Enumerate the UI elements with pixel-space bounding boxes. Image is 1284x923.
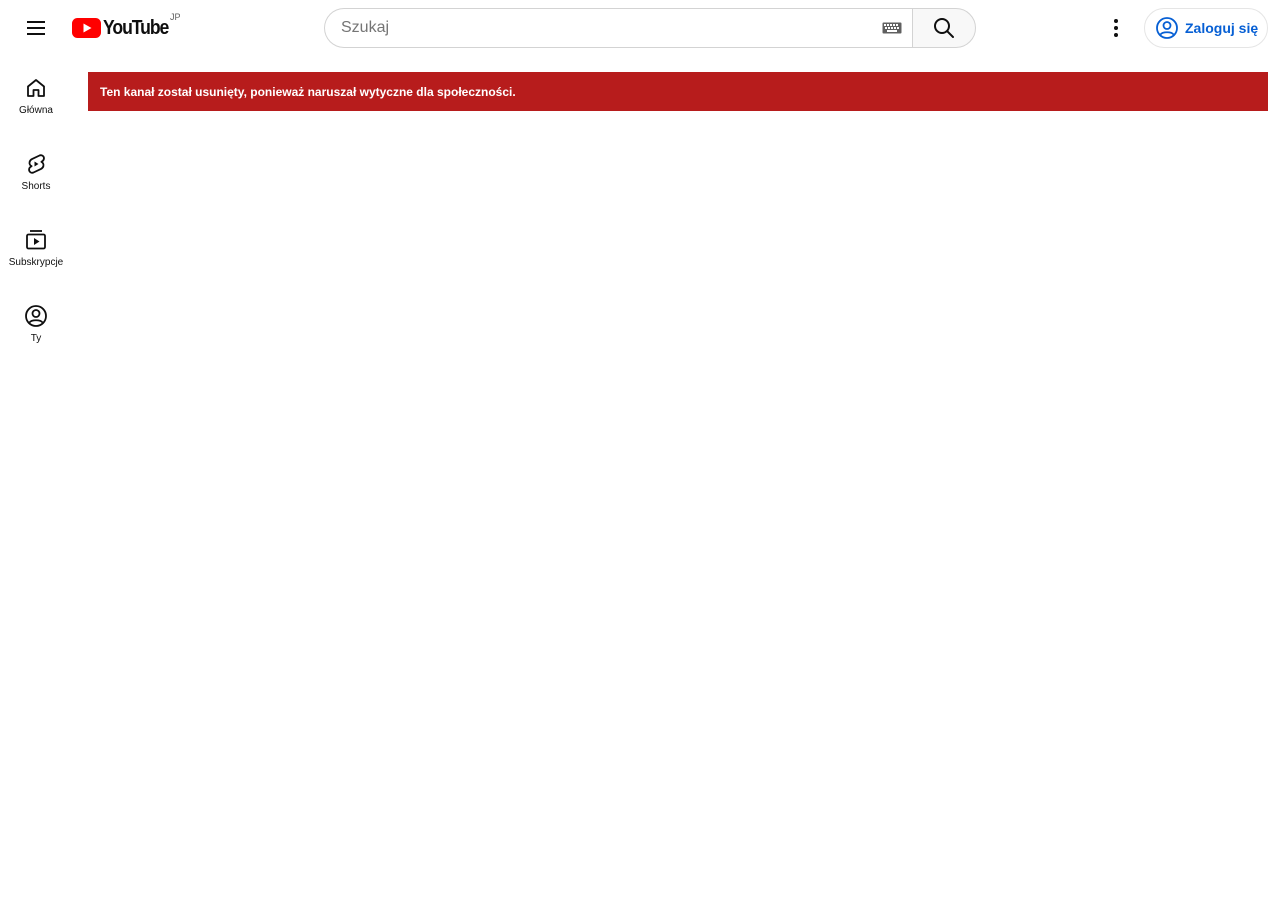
sign-in-button[interactable]: Zaloguj się <box>1144 8 1268 48</box>
channel-terminated-alert: Ten kanał został usunięty, ponieważ naru… <box>88 72 1268 111</box>
hamburger-menu-icon <box>27 21 45 35</box>
more-vertical-icon <box>1114 19 1118 37</box>
subscriptions-icon <box>24 228 48 252</box>
mini-guide: Główna Shorts Subskrypcje Ty <box>4 56 68 360</box>
keyboard-icon[interactable] <box>882 21 902 35</box>
guide-item-you[interactable]: Ty <box>4 284 68 358</box>
search-bar <box>324 8 976 48</box>
sign-in-label: Zaloguj się <box>1185 20 1259 36</box>
shorts-icon <box>24 152 48 176</box>
account-circle-icon <box>1156 17 1178 39</box>
guide-item-label: Główna <box>19 105 53 116</box>
settings-more-button[interactable] <box>1096 8 1136 48</box>
guide-item-label: Shorts <box>21 181 51 192</box>
logo-wordmark: YouTube <box>103 16 169 39</box>
guide-item-home[interactable]: Główna <box>4 56 68 130</box>
you-icon <box>24 304 48 328</box>
search-box <box>324 8 912 48</box>
guide-item-label: Ty <box>30 333 42 344</box>
alert-message: Ten kanał został usunięty, ponieważ naru… <box>100 84 516 99</box>
masthead: YouTube JP Szukaj Zaloguj się <box>0 0 1284 56</box>
guide-item-subscriptions[interactable]: Subskrypcje <box>4 208 68 282</box>
search-button[interactable] <box>912 8 976 48</box>
home-icon <box>24 76 48 100</box>
youtube-play-logo-icon <box>72 18 101 38</box>
guide-menu-button[interactable] <box>16 8 56 48</box>
guide-item-label: Subskrypcje <box>8 257 64 268</box>
search-icon <box>934 18 954 38</box>
region-code: JP <box>170 12 181 22</box>
search-input[interactable] <box>341 19 882 37</box>
youtube-page: YouTube JP Szukaj Zaloguj się Główna Sho… <box>0 0 1284 923</box>
guide-item-shorts[interactable]: Shorts <box>4 132 68 206</box>
